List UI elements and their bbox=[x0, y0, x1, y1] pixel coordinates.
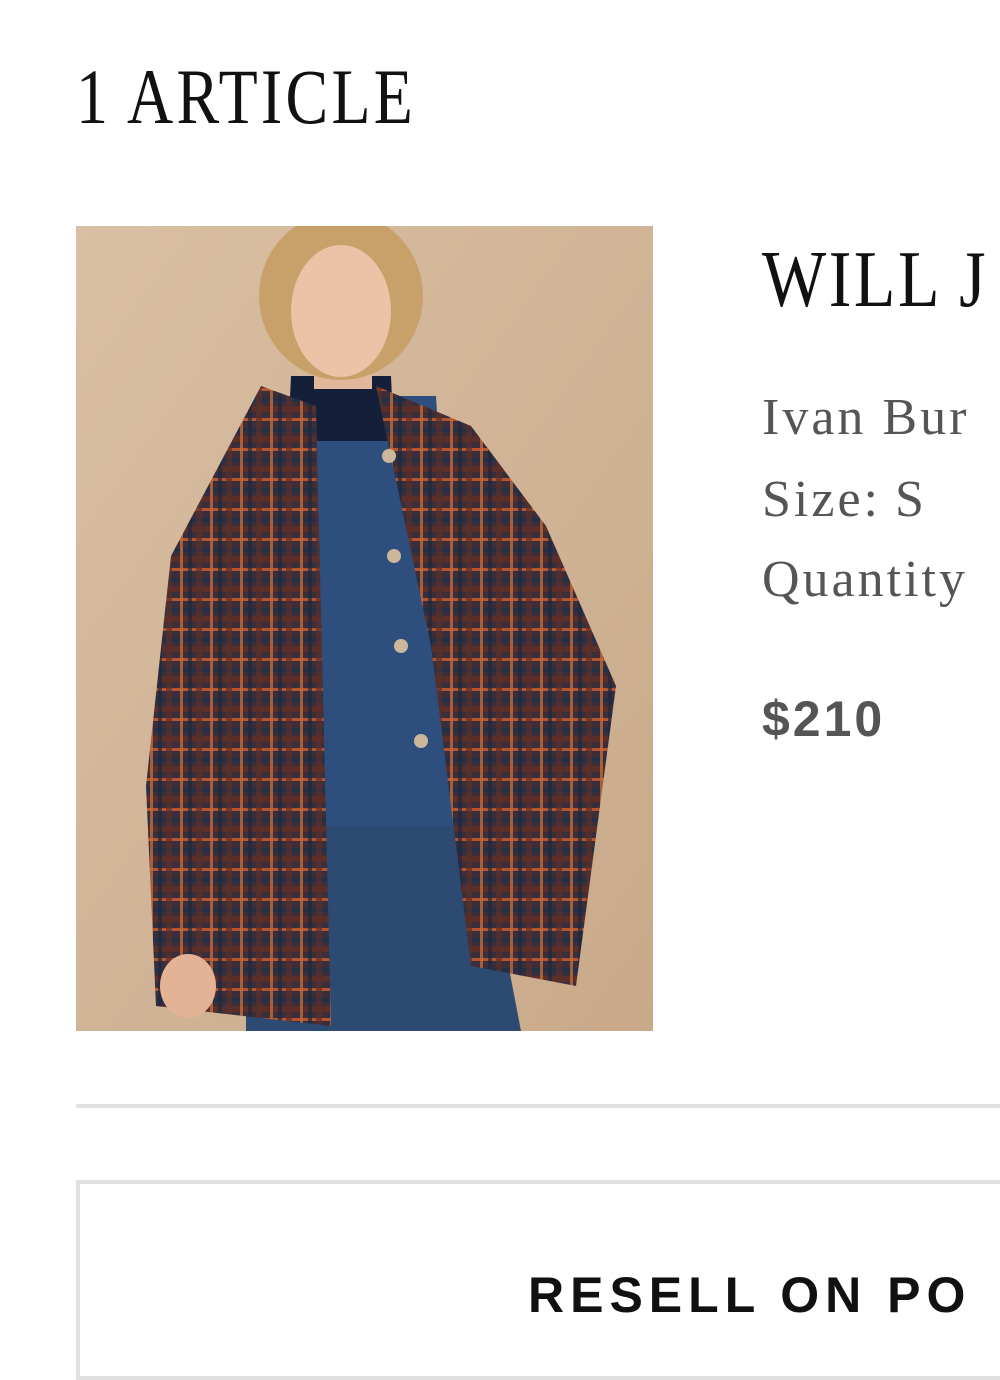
size-value: S bbox=[894, 471, 927, 528]
product-quantity-label: Quantity bbox=[762, 551, 968, 608]
section-divider bbox=[76, 1104, 1000, 1108]
product-color: Ivan Bur bbox=[762, 389, 970, 446]
product-image[interactable] bbox=[76, 226, 653, 1031]
product-name[interactable]: WILL J bbox=[762, 240, 988, 320]
resell-button-label: RESELL ON PO bbox=[528, 1267, 972, 1323]
cart-heading: 1 ARTICLE bbox=[76, 53, 417, 140]
product-size: Size: S bbox=[762, 474, 927, 526]
resell-button[interactable]: RESELL ON PO bbox=[76, 1180, 1000, 1380]
product-price: $210 bbox=[762, 691, 886, 747]
size-label: Size: bbox=[762, 471, 881, 528]
